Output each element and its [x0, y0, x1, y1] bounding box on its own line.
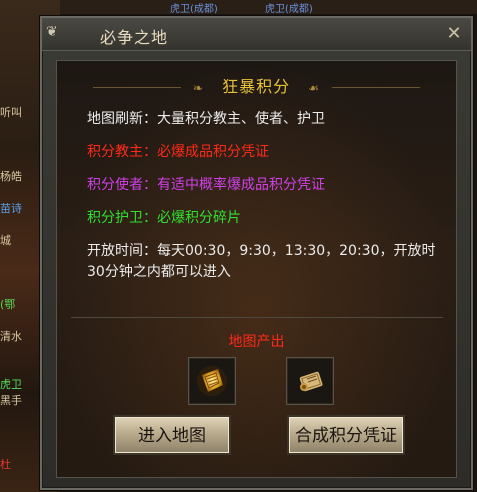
right-ornament-icon: ☙ [308, 81, 321, 95]
section-title: 狂暴积分 [222, 77, 291, 96]
bg-label: 杜 [0, 458, 11, 471]
dialog-window: ❦ 必争之地 ✕ ❧ 狂暴积分 ☙ 地图刷新：大量积分教主、使者、护卫 积分教主… [40, 16, 473, 490]
title-bar[interactable]: ❦ 必争之地 ✕ [42, 18, 471, 51]
output-item-slot[interactable] [286, 357, 334, 405]
refresh-line: 地图刷新：大量积分教主、使者、护卫 [87, 111, 325, 127]
bg-top-label: 虎卫(成都) [265, 4, 313, 15]
bg-label: (鄂 [0, 298, 16, 311]
enter-map-button[interactable]: 进入地图 [113, 415, 231, 455]
bg-label: 清水 [0, 330, 22, 343]
left-ornament-icon: ❧ [192, 81, 205, 95]
open-time-line: 开放时间：每天00:30，9:30，13:30，20:30，开放时30分钟之内都… [87, 243, 436, 280]
bg-label: 黑手 [0, 394, 22, 407]
guard-line: 积分护卫：必爆积分碎片 [87, 210, 241, 226]
envoy-line: 积分使者：有适中概率爆成品积分凭证 [87, 177, 325, 193]
section-header: ❧ 狂暴积分 ☙ [57, 73, 456, 97]
scroll-shard-icon [197, 366, 227, 396]
divider [71, 317, 443, 318]
info-lines: 地图刷新：大量积分教主、使者、护卫 积分教主：必爆成品积分凭证 积分使者：有适中… [87, 109, 447, 296]
leader-line: 积分教主：必爆成品积分凭证 [87, 144, 269, 160]
bg-label: 杨皓 [0, 170, 22, 183]
info-panel: ❧ 狂暴积分 ☙ 地图刷新：大量积分教主、使者、护卫 积分教主：必爆成品积分凭证… [56, 60, 457, 478]
background-top-strip: 虎卫(成都) 虎卫(成都) [60, 0, 477, 15]
output-title: 地图产出 [228, 334, 285, 350]
synthesize-voucher-button[interactable]: 合成积分凭证 [287, 415, 405, 455]
header-rule [92, 87, 181, 88]
window-title: 必争之地 [100, 28, 169, 47]
close-button[interactable]: ✕ [443, 23, 465, 45]
bg-label: 虎卫 [0, 378, 22, 391]
bg-label: 听叫 [0, 106, 22, 119]
header-rule [332, 87, 421, 88]
bg-label: 城 [0, 234, 11, 247]
title-ornament-icon: ❦ [46, 24, 58, 40]
bg-label: 苗诗 [0, 202, 22, 215]
scroll-voucher-icon [299, 371, 323, 392]
output-item-slot[interactable] [188, 357, 236, 405]
bg-top-label: 虎卫(成都) [170, 4, 218, 15]
